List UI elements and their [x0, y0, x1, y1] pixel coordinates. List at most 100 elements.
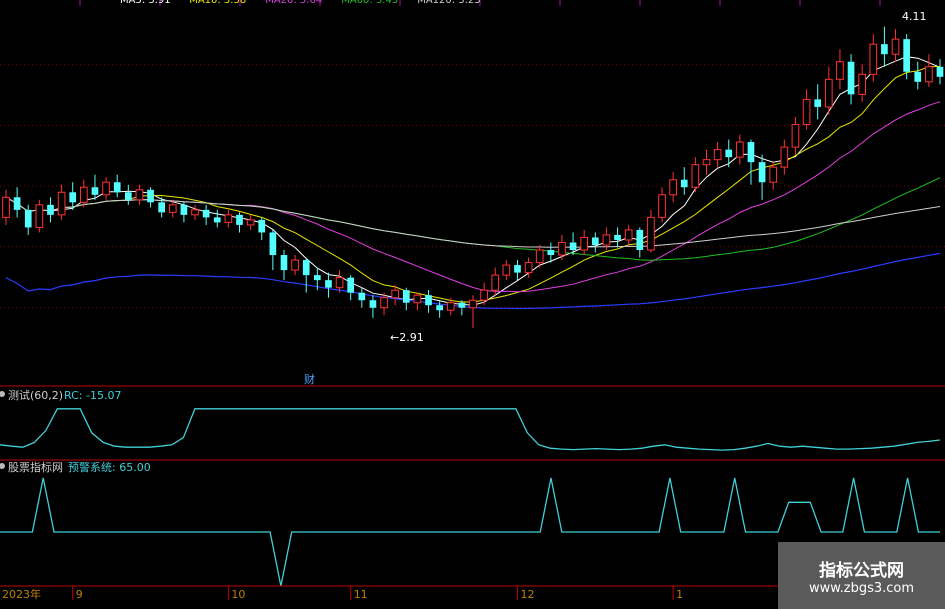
candle	[469, 295, 477, 328]
candle	[702, 149, 711, 175]
candle	[802, 89, 811, 130]
candle	[258, 217, 266, 240]
moving-average-lines	[5, 56, 941, 310]
candle	[246, 214, 255, 230]
candle	[758, 154, 766, 200]
candle	[358, 287, 366, 308]
indicator2-toggle-icon[interactable]	[0, 463, 5, 469]
candle	[680, 167, 688, 195]
candle	[558, 234, 566, 261]
indicator2-name[interactable]: 股票指标网	[8, 460, 63, 474]
candle	[147, 187, 154, 208]
candle	[624, 224, 633, 245]
indicator1-panel	[0, 408, 941, 451]
candle	[280, 250, 288, 281]
candle	[725, 139, 733, 168]
candle	[881, 26, 888, 67]
month-label: 1	[676, 588, 683, 601]
candle	[413, 292, 422, 311]
finance-event-marker: 财	[304, 372, 315, 386]
max-price-label: 4.11	[902, 10, 927, 23]
candle	[425, 290, 432, 313]
rc-line	[0, 408, 941, 451]
price-grid	[0, 0, 945, 308]
candle	[614, 227, 621, 248]
candle	[925, 54, 933, 87]
candle	[547, 242, 555, 263]
candle	[502, 260, 511, 281]
indicator1-name[interactable]: 测试(60,2)	[8, 389, 63, 402]
candle	[269, 229, 277, 271]
candle	[347, 275, 355, 301]
candle	[236, 212, 243, 233]
candle	[302, 257, 310, 293]
year-label: 2023年	[2, 587, 41, 601]
candlesticks	[2, 26, 944, 328]
ma-legend-item: MA120: 3.23	[417, 0, 480, 6]
ma60-line	[5, 177, 941, 261]
candle	[436, 300, 443, 318]
min-price-label: ←2.91	[390, 331, 424, 344]
ma-legend-item: MA60: 3.43	[341, 0, 398, 6]
month-label: 12	[520, 588, 534, 601]
candle	[57, 184, 66, 220]
candle	[669, 172, 677, 203]
candle	[135, 184, 144, 205]
candle	[713, 142, 722, 168]
ma5-line	[5, 56, 941, 306]
ma10-line	[5, 66, 941, 303]
candle	[736, 134, 744, 165]
site-watermark: 指标公式网 www.zbgs3.com	[778, 542, 945, 609]
month-label: 10	[231, 588, 245, 601]
candle	[124, 184, 132, 205]
candle	[591, 232, 599, 253]
candle	[791, 116, 800, 155]
candle	[814, 84, 822, 120]
candle	[480, 282, 488, 306]
candle	[847, 54, 855, 105]
candle	[35, 199, 44, 233]
ma-legend-item: MA10: 3.58	[189, 0, 246, 6]
indicator1-value: RC: -15.07	[64, 389, 121, 402]
ma20-line	[5, 101, 941, 293]
candle	[113, 174, 121, 198]
candle	[914, 61, 922, 90]
candle	[691, 157, 700, 193]
candle	[569, 232, 577, 256]
candle	[658, 187, 666, 223]
candle	[780, 139, 789, 175]
candle	[224, 209, 233, 228]
candle	[13, 187, 21, 218]
candle	[858, 64, 867, 102]
candle	[102, 177, 110, 200]
ma-legend-item: MA20: 3.64	[265, 0, 322, 6]
candle	[836, 49, 844, 90]
candle	[936, 59, 944, 85]
month-label: 11	[354, 588, 368, 601]
candle	[647, 209, 655, 253]
candle	[2, 189, 10, 225]
candle	[636, 227, 644, 258]
indicator2-series-label: 预警系统: 65.00	[68, 460, 151, 474]
candle	[191, 204, 199, 220]
candle	[369, 295, 377, 318]
candle	[47, 197, 54, 223]
indicator1-toggle-icon[interactable]	[0, 391, 5, 397]
candle	[213, 209, 221, 228]
watermark-title: 指标公式网	[819, 560, 904, 581]
candle	[891, 29, 900, 62]
candle	[514, 260, 521, 281]
candle	[325, 272, 332, 298]
ma-legend-item: MA5: 3.91	[120, 0, 171, 6]
candle	[291, 255, 299, 276]
candle	[79, 179, 88, 208]
candle	[580, 229, 589, 256]
month-label: 9	[76, 588, 83, 601]
ma-legend: MA5: 3.91 MA10: 3.58 MA20: 3.64 MA60: 3.43 M…	[120, 0, 481, 6]
candle	[69, 182, 77, 210]
candle	[747, 139, 755, 185]
candle	[202, 204, 210, 225]
candle	[769, 162, 778, 190]
candle	[180, 202, 188, 223]
stock-chart: 2023年 9 10 11 12 1 MA5: 3.91 MA10: 3.58 MA20: 3…	[0, 0, 945, 601]
